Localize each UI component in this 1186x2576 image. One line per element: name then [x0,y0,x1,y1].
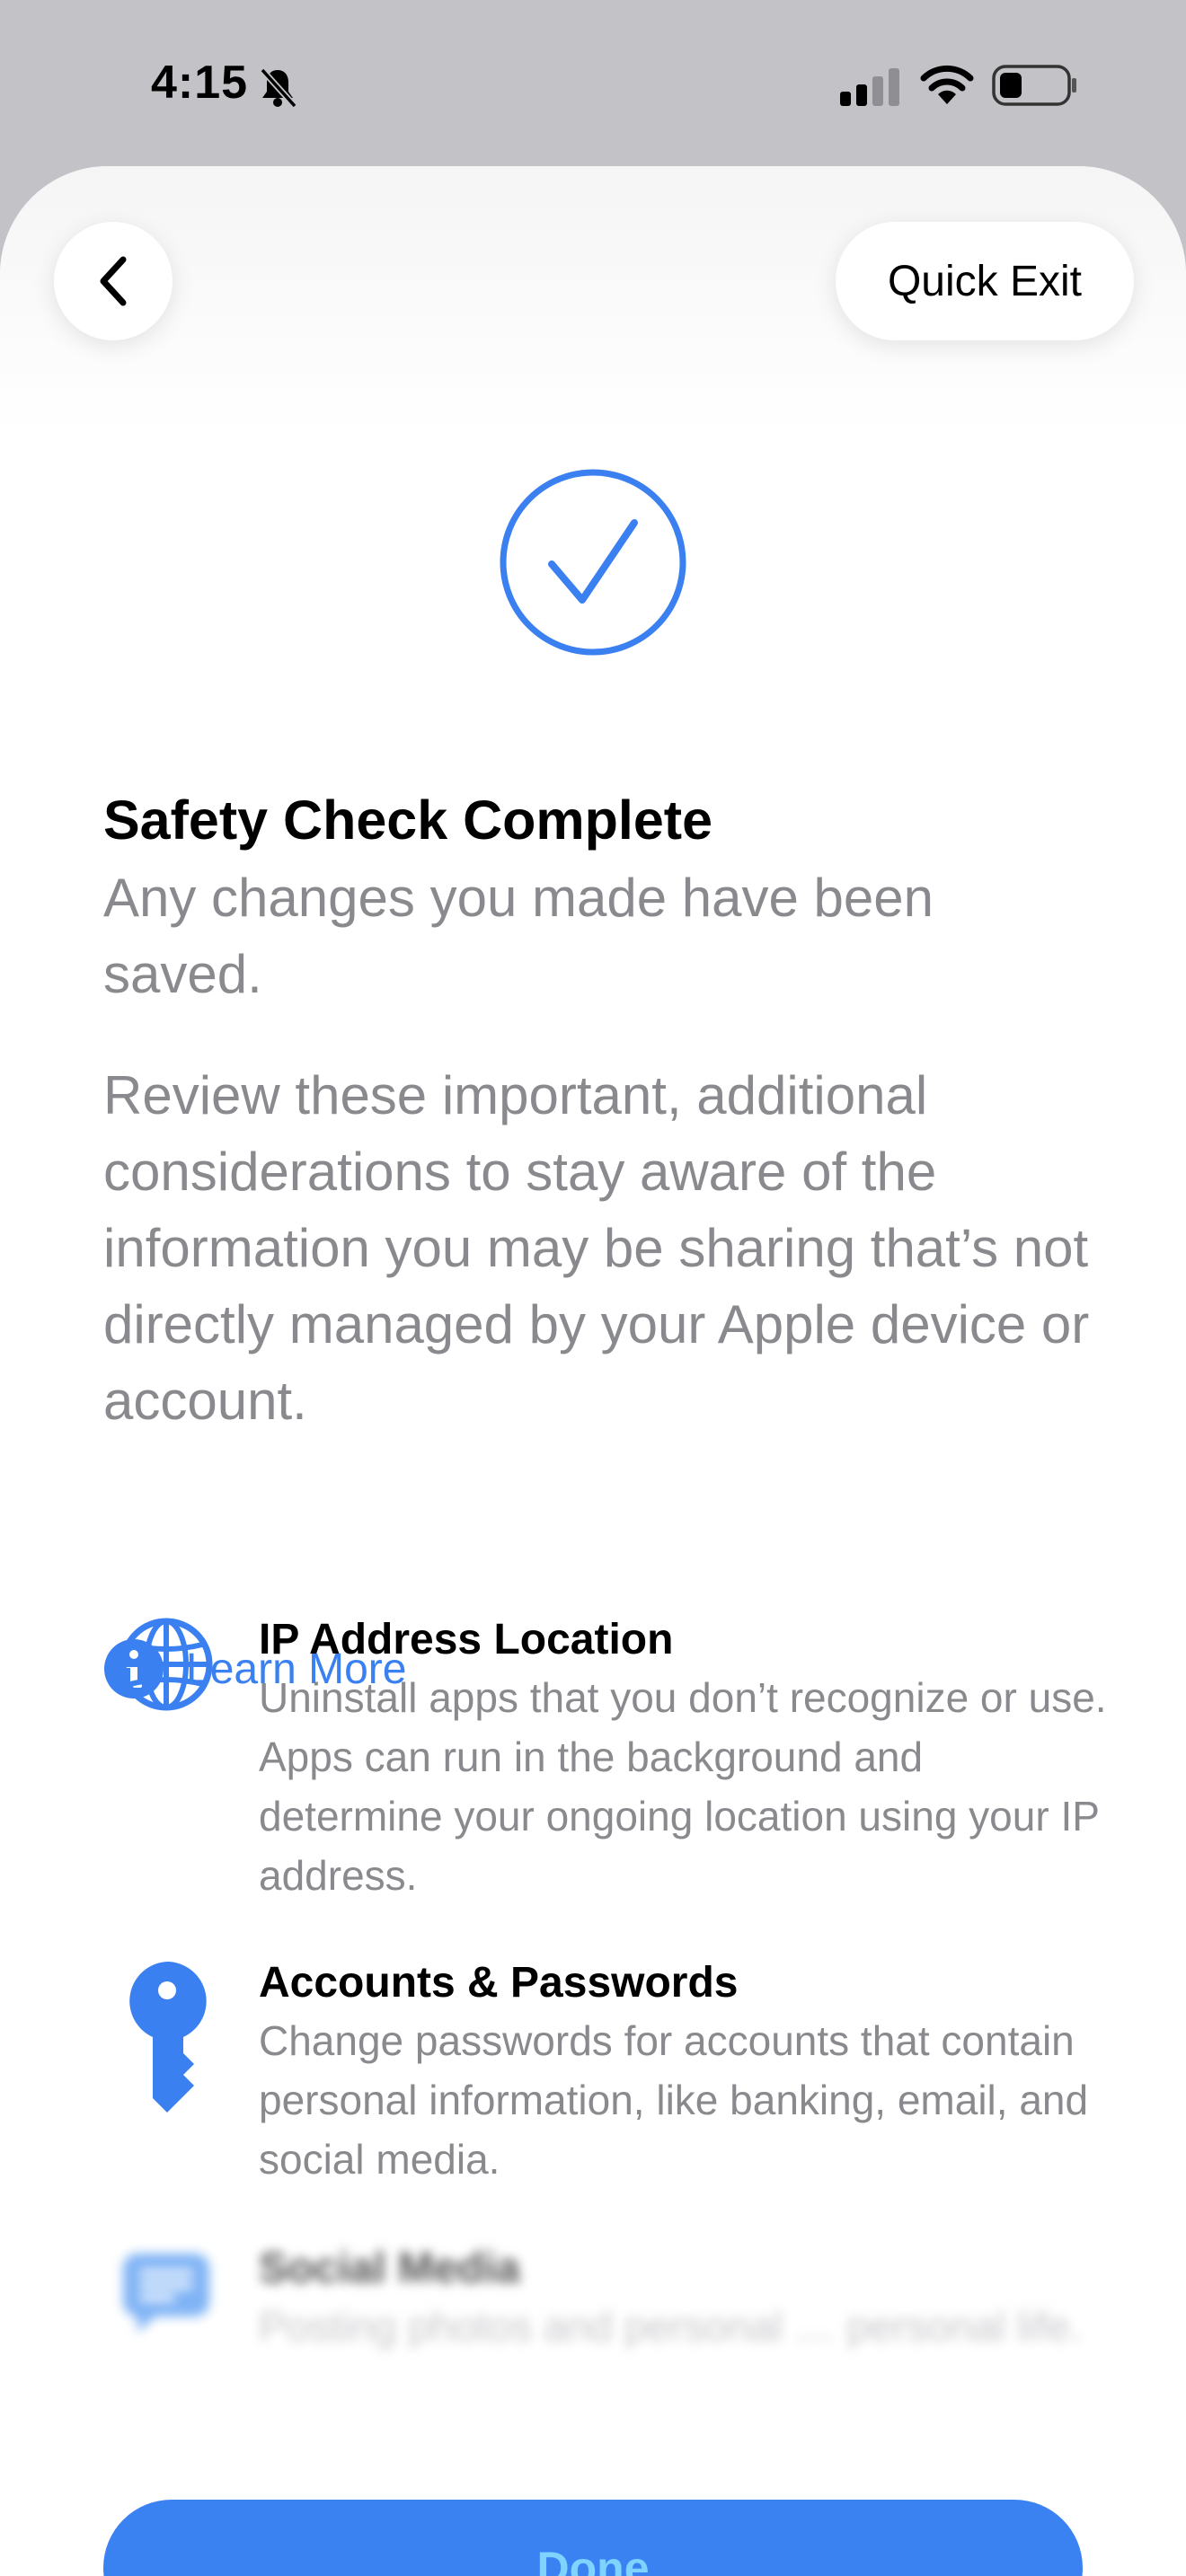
page-subtitle: Any changes you made have been saved. [103,868,934,1004]
key-icon [129,1962,207,2113]
item-description: Change passwords for accounts that conta… [259,2017,1089,2183]
item-description: Posting photos and personal … personal l… [259,2303,1082,2350]
done-button[interactable]: Done [103,2500,1083,2576]
consideration-item: IP Address Location Uninstall apps that … [0,1612,1186,1918]
status-time: 4:15 [151,57,249,109]
chevron-left-icon [100,256,127,306]
bell-slash-icon [260,67,297,109]
safety-check-sheet: Quick Exit Safety Check Complete Any cha… [0,166,1186,2576]
consideration-item: Accounts & Passwords Change passwords fo… [0,1955,1186,2207]
page-title: Safety Check Complete [103,790,712,851]
cellular-signal-icon [840,68,899,106]
battery-icon [992,65,1076,106]
item-title: Social Media [259,2245,520,2292]
checkmark-circle-icon [500,469,686,656]
wifi-icon [920,65,974,104]
item-title: IP Address Location [259,1616,674,1663]
quick-exit-button[interactable]: Quick Exit [836,222,1134,340]
status-bar: 4:15 [0,0,1186,166]
review-text: Review these important, additional consi… [103,1065,1090,1431]
message-bubble-icon [123,2254,209,2333]
item-description: Uninstall apps that you don’t recognize … [259,1674,1107,1899]
back-button[interactable] [54,222,173,340]
globe-icon [119,1618,213,1711]
item-title: Accounts & Passwords [259,1959,739,2007]
